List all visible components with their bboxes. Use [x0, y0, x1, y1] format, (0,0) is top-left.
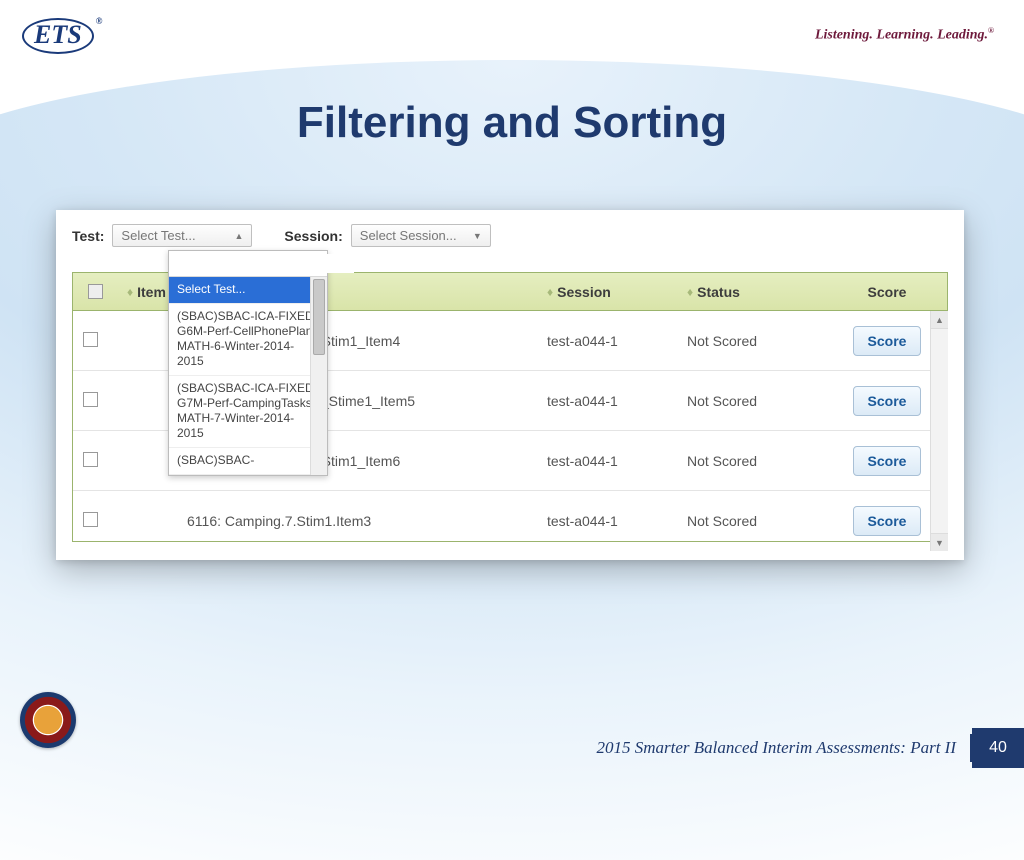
dropdown-search [169, 251, 327, 277]
cell-status: Not Scored [677, 513, 827, 529]
scrollbar-thumb[interactable] [313, 279, 325, 355]
row-checkbox[interactable] [83, 452, 98, 467]
select-all-checkbox[interactable] [88, 284, 103, 299]
ets-logo: ETS® [22, 18, 100, 54]
chevron-up-icon: ▲ [235, 231, 244, 241]
cell-session: test-a044-1 [537, 333, 677, 349]
score-button[interactable]: Score [853, 326, 922, 356]
row-checkbox[interactable] [83, 392, 98, 407]
test-dropdown: Select Test... (SBAC)SBAC-ICA-FIXED-G6M-… [168, 250, 328, 476]
header-score-label: Score [868, 284, 907, 300]
test-select-value: Select Test... [121, 228, 195, 243]
dropdown-item[interactable]: (SBAC)SBAC- [169, 448, 327, 475]
score-button[interactable]: Score [853, 386, 922, 416]
cell-session: test-a044-1 [537, 393, 677, 409]
header-checkbox-cell [73, 273, 117, 310]
row-checkbox[interactable] [83, 332, 98, 347]
sort-icon: ♦ [127, 285, 131, 299]
table-scrollbar[interactable]: ▲ ▼ [930, 311, 948, 551]
test-label: Test: [72, 228, 104, 244]
screenshot-panel: Test: Select Test... ▲ Session: Select S… [56, 210, 964, 560]
header-session[interactable]: ♦ Session [537, 273, 677, 310]
score-button[interactable]: Score [853, 506, 922, 536]
slide-title: Filtering and Sorting [0, 98, 1024, 148]
cell-item: 6116: Camping.7.Stim1.Item3 [117, 513, 537, 529]
brand-tagline: Listening. Learning. Leading.® [815, 26, 994, 44]
header-score: Score [827, 273, 947, 310]
filter-row: Test: Select Test... ▲ Session: Select S… [72, 224, 948, 247]
dropdown-scrollbar[interactable] [310, 277, 327, 475]
dropdown-item[interactable]: (SBAC)SBAC-ICA-FIXED-G7M-Perf-CampingTas… [169, 376, 327, 448]
session-select-value: Select Session... [360, 228, 457, 243]
cell-status: Not Scored [677, 453, 827, 469]
registered-mark: ® [96, 16, 103, 26]
score-button[interactable]: Score [853, 446, 922, 476]
header-session-label: Session [557, 284, 611, 300]
row-checkbox[interactable] [83, 512, 98, 527]
session-label: Session: [284, 228, 342, 244]
page-number: 40 [972, 728, 1024, 768]
dropdown-item[interactable]: (SBAC)SBAC-ICA-FIXED-G6M-Perf-CellPhoneP… [169, 304, 327, 376]
header-status-label: Status [697, 284, 740, 300]
cell-status: Not Scored [677, 393, 827, 409]
cell-session: test-a044-1 [537, 453, 677, 469]
scroll-up-icon[interactable]: ▲ [931, 311, 948, 329]
dropdown-search-input[interactable] [174, 254, 354, 273]
scroll-down-icon[interactable]: ▼ [931, 533, 948, 551]
tagline-text: Listening. Learning. Leading. [815, 28, 988, 43]
session-select[interactable]: Select Session... ▼ [351, 224, 491, 247]
footer-text: 2015 Smarter Balanced Interim Assessment… [597, 738, 970, 758]
sort-icon: ♦ [547, 285, 551, 299]
header-item-label: Item [137, 284, 166, 300]
ets-logo-text: ETS [22, 18, 94, 54]
cell-status: Not Scored [677, 333, 827, 349]
header-status[interactable]: ♦ Status [677, 273, 827, 310]
dropdown-item[interactable]: Select Test... [169, 277, 327, 304]
dropdown-list: Select Test... (SBAC)SBAC-ICA-FIXED-G6M-… [169, 277, 327, 475]
sort-icon: ♦ [687, 285, 691, 299]
chevron-down-icon: ▼ [473, 231, 482, 241]
table-row: 6116: Camping.7.Stim1.Item3 test-a044-1 … [73, 491, 947, 551]
cell-session: test-a044-1 [537, 513, 677, 529]
slide-footer: 2015 Smarter Balanced Interim Assessment… [0, 728, 1024, 768]
test-select[interactable]: Select Test... ▲ [112, 224, 252, 247]
